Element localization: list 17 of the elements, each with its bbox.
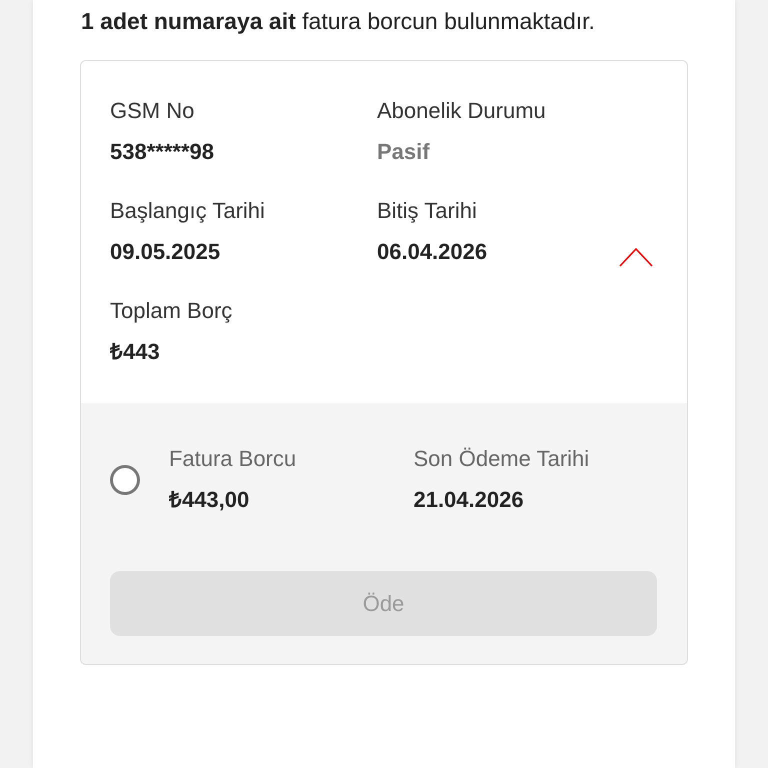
field-label: Toplam Borç xyxy=(110,297,234,325)
field-label: Abonelik Durumu xyxy=(377,97,547,125)
field-value: 06.04.2026 xyxy=(377,238,488,266)
status-value: Pasif xyxy=(377,138,431,166)
field-value: 21.04.2026 xyxy=(413,486,525,514)
field-value: 538*****98 xyxy=(110,138,215,166)
field-label: Başlangıç Tarihi xyxy=(110,197,266,225)
field-value: ₺443,00 xyxy=(168,486,250,514)
field-value: 09.05.2025 xyxy=(110,238,222,266)
radio-button[interactable] xyxy=(110,465,140,495)
field-value: ₺443 xyxy=(110,338,161,366)
field-label: Bitiş Tarihi xyxy=(377,197,478,225)
field-label: Son Ödeme Tarihi xyxy=(413,445,590,473)
summary-text: 1 adet numaraya ait fatura borcun bulunmaktadır. xyxy=(80,7,596,36)
field-label: GSM No xyxy=(110,97,196,125)
field-label: Fatura Borcu xyxy=(168,445,298,473)
chevron-up-icon[interactable] xyxy=(619,247,653,267)
